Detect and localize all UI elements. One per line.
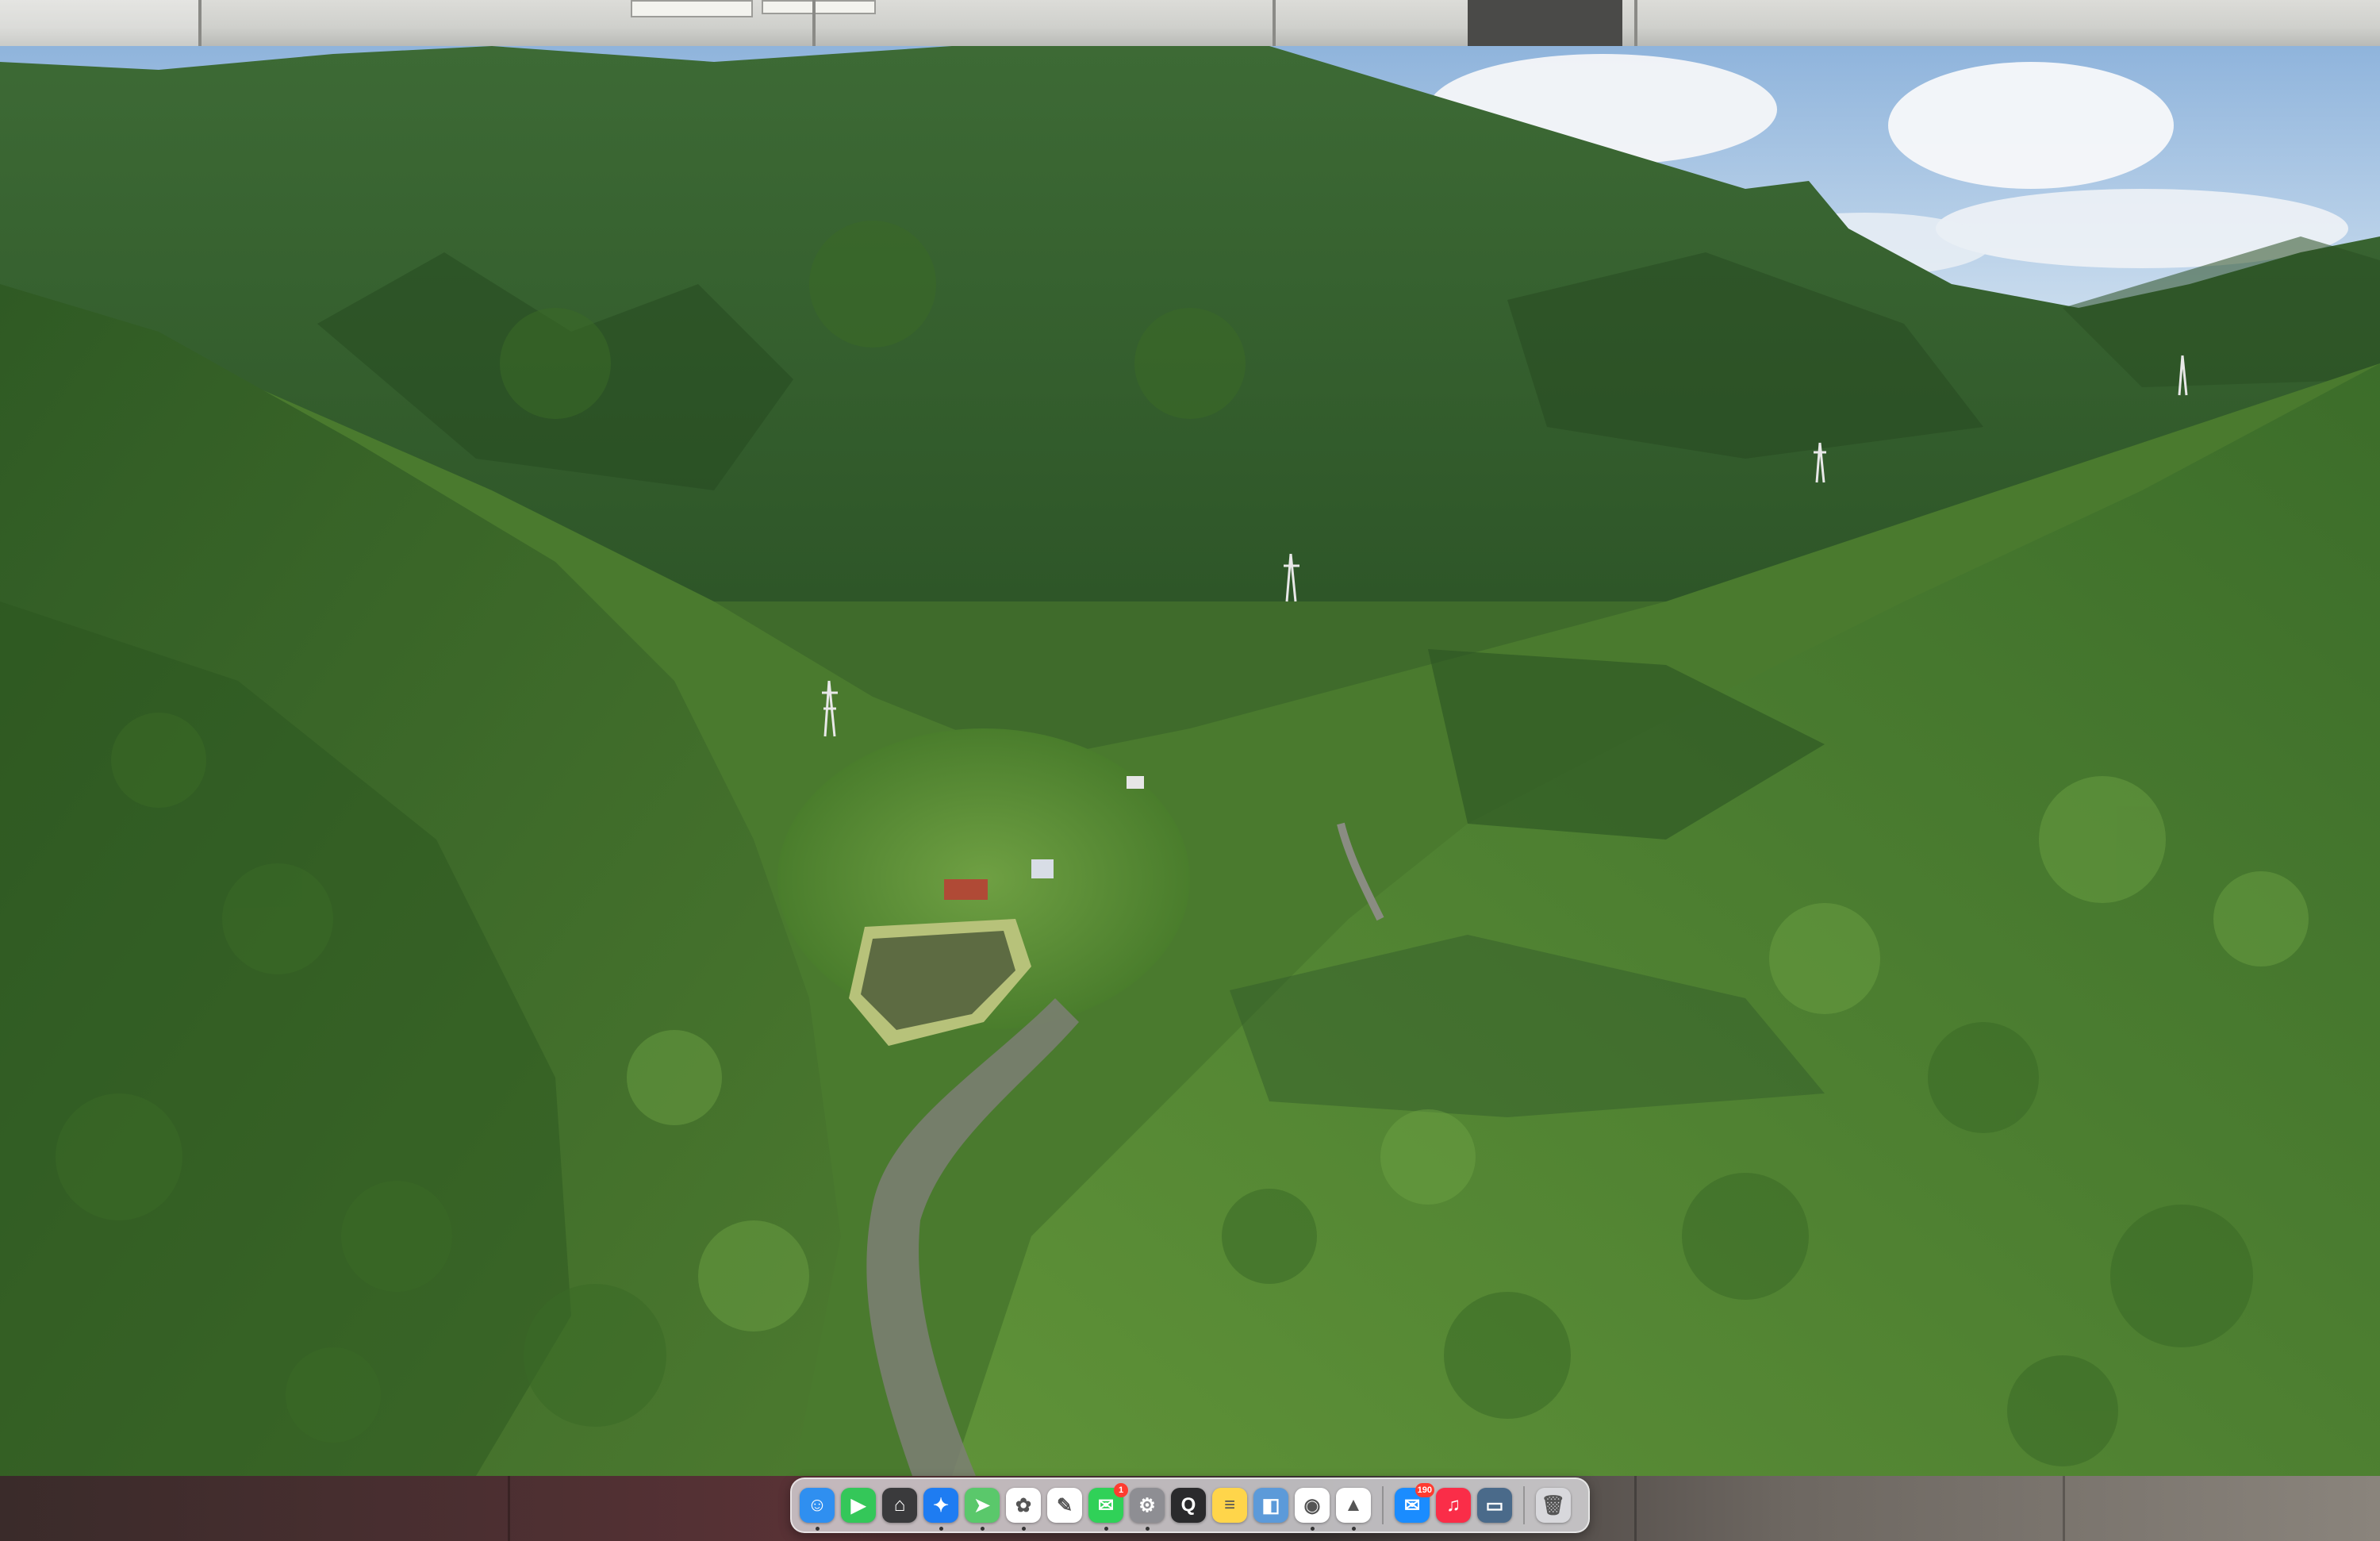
- running-indicator: [939, 1527, 943, 1531]
- screen-sharing-icon: ▭: [1485, 1494, 1504, 1516]
- ceiling-seam: [1273, 0, 1276, 46]
- quicktime-icon: Q: [1180, 1494, 1196, 1516]
- running-indicator: [1145, 1527, 1150, 1531]
- floor-seam: [508, 1476, 510, 1541]
- ceiling-seam: [812, 0, 816, 46]
- dock-separator: [1382, 1486, 1384, 1524]
- dock-notes-button[interactable]: ≡: [1212, 1488, 1247, 1523]
- dock-mail-button[interactable]: ✉ 190: [1395, 1483, 1434, 1523]
- wallpaper-image: [0, 46, 2380, 1476]
- dock-chrome-button[interactable]: ◉: [1295, 1488, 1330, 1531]
- running-indicator: [815, 1527, 820, 1531]
- chrome-icon: ◉: [1303, 1494, 1321, 1516]
- cloud: [1888, 62, 2174, 189]
- floor-seam: [2063, 1476, 2065, 1541]
- drive-icon: ▲: [1344, 1494, 1363, 1516]
- facetime-icon: ▶: [850, 1494, 866, 1516]
- ceiling-beam: [1468, 0, 1622, 46]
- ceiling-light: [631, 0, 753, 17]
- dock-finder-button[interactable]: ☺: [800, 1488, 835, 1531]
- running-indicator: [1021, 1527, 1026, 1531]
- room-ceiling: [0, 0, 2380, 46]
- music-icon: ♫: [1446, 1494, 1461, 1516]
- dock-safari-button[interactable]: ✦: [923, 1488, 958, 1531]
- dock-messages-button[interactable]: ✉ 1: [1088, 1483, 1128, 1531]
- freeform-icon: ✎: [1056, 1494, 1073, 1516]
- mail-icon: ✉: [1403, 1494, 1421, 1516]
- ceiling-seam: [198, 0, 202, 46]
- dock: ☺ ▶ ⌂ ✦ ➤ ✿ ✎ ✉ 1 ⚙ Q ≡ ◧ ◉ ▲ ✉ 190 ♫ ▭ 🗑: [790, 1478, 1590, 1533]
- safari-icon: ✦: [932, 1494, 950, 1516]
- building: [1031, 859, 1054, 878]
- notification-badge: 190: [1415, 1483, 1434, 1497]
- notification-badge: 1: [1114, 1483, 1128, 1497]
- dock-launchpad-button[interactable]: ⌂: [882, 1488, 917, 1523]
- settings-icon: ⚙: [1138, 1494, 1156, 1516]
- notes-icon: ≡: [1223, 1494, 1235, 1516]
- trash-icon: 🗑: [1541, 1494, 1566, 1516]
- ceiling-vent: [762, 0, 876, 14]
- dock-trash-button[interactable]: 🗑: [1536, 1488, 1571, 1523]
- dock-quicktime-button[interactable]: Q: [1171, 1488, 1206, 1523]
- building: [1127, 776, 1144, 789]
- dock-screen-sharing-button[interactable]: ▭: [1477, 1488, 1512, 1523]
- dock-drive-button[interactable]: ▲: [1336, 1488, 1371, 1531]
- launchpad-icon: ⌂: [893, 1494, 906, 1516]
- running-indicator: [1310, 1527, 1315, 1531]
- dock-photos-button[interactable]: ✿: [1006, 1488, 1041, 1531]
- floor-seam: [1634, 1476, 1637, 1541]
- messages-icon: ✉: [1097, 1494, 1115, 1516]
- finder-icon: ☺: [807, 1494, 827, 1516]
- maps-icon: ➤: [973, 1494, 991, 1516]
- dock-music-button[interactable]: ♫: [1436, 1488, 1471, 1523]
- dock-separator: [1523, 1486, 1525, 1524]
- photos-icon: ✿: [1015, 1494, 1032, 1516]
- running-indicator: [1104, 1527, 1108, 1531]
- ceiling-panel: [0, 0, 198, 46]
- dock-facetime-button[interactable]: ▶: [841, 1488, 876, 1523]
- dock-maps-button[interactable]: ➤: [965, 1488, 1000, 1531]
- running-indicator: [980, 1527, 985, 1531]
- ceiling-seam: [1634, 0, 1637, 46]
- dock-settings-button[interactable]: ⚙: [1130, 1488, 1165, 1531]
- desktop-wallpaper: [0, 46, 2380, 1476]
- building: [944, 879, 988, 900]
- running-indicator: [1351, 1527, 1356, 1531]
- preview-icon: ◧: [1261, 1494, 1280, 1516]
- dock-freeform-button[interactable]: ✎: [1047, 1488, 1082, 1523]
- dock-preview-button[interactable]: ◧: [1253, 1488, 1288, 1523]
